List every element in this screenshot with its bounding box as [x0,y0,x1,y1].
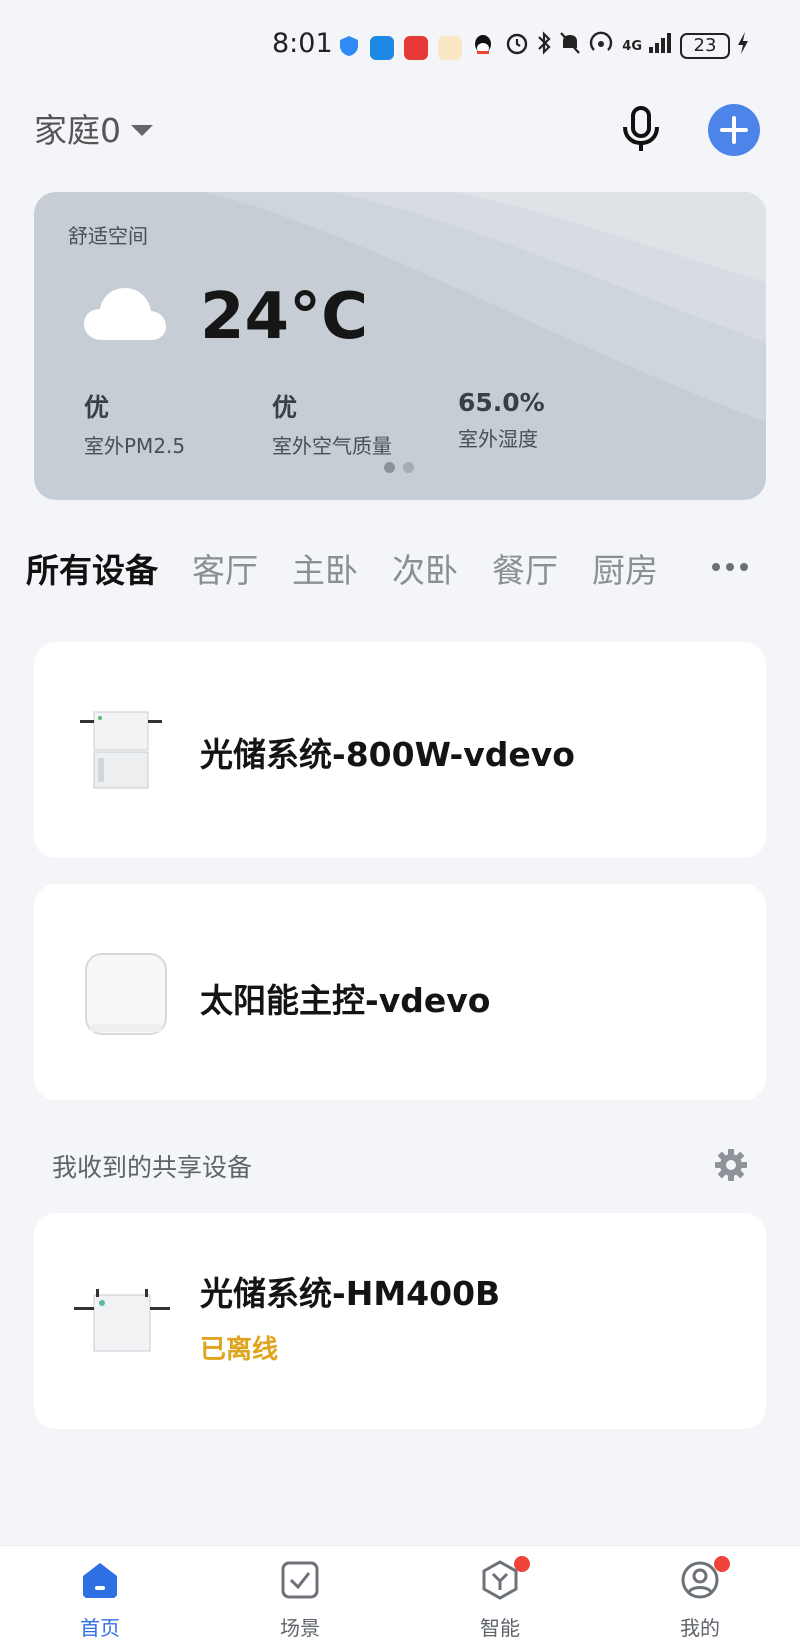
tab-dining-room[interactable]: 餐厅 [492,544,558,592]
nav-scene-label: 场景 [280,1616,320,1640]
mascot-app-icon [438,36,462,60]
energy-storage-device-icon [74,1289,170,1352]
mute-bell-icon [558,30,582,62]
caret-down-icon [131,124,153,136]
nav-home-label: 首页 [80,1616,120,1640]
energy-storage-device-icon [80,711,162,789]
device-card[interactable]: 光储系统-800W-vdevo [34,642,766,858]
space-label: 舒适空间 [68,224,148,248]
notification-icons [338,30,494,66]
battery-level: 23 [680,33,730,59]
gear-icon [715,1149,747,1181]
page-indicator [384,462,414,473]
device-offline-status: 已离线 [200,1335,279,1365]
hotspot-icon [588,30,616,62]
tab-all-devices[interactable]: 所有设备 [26,544,158,592]
device-name: 光储系统-800W-vdevo [200,735,575,774]
temperature: 24°C [200,280,369,354]
tab-master-bedroom[interactable]: 主卧 [292,544,358,592]
home-icon [83,1563,117,1598]
pm25-label: 室外PM2.5 [84,434,186,458]
more-tabs-button[interactable] [712,552,756,582]
microphone-icon [623,106,659,151]
qq-icon [472,33,494,63]
nav-profile-label: 我的 [680,1616,720,1640]
cloud-icon [84,288,166,340]
pm25-value: 优 [84,393,110,422]
nav-smart-label: 智能 [480,1616,520,1640]
charging-icon [736,30,750,62]
device-name: 光储系统-HM400B [200,1274,501,1313]
more-dot [712,563,720,571]
weather-card[interactable]: 舒适空间 24°C 优 室外PM2.5 优 室外空气质量 65.0% 室外湿度 [34,192,766,500]
shared-device-card[interactable]: 光储系统-HM400B 已离线 [34,1213,766,1429]
room-tabs: 所有设备 客厅 主卧 次卧 餐厅 厨房 [26,544,662,592]
nav-smart[interactable]: 智能 [450,1556,550,1641]
nav-scene[interactable]: 场景 [250,1560,350,1641]
network-label: 4G [622,38,642,54]
add-device-button[interactable] [708,104,760,156]
more-dot [726,563,734,571]
notification-badge [714,1556,730,1572]
humidity-value: 65.0% [458,388,545,417]
home-name: 家庭0 [34,111,121,150]
status-bar: 8:01 4G 23 [0,0,800,90]
tab-second-bedroom[interactable]: 次卧 [392,544,458,592]
air-quality-label: 室外空气质量 [272,434,392,458]
scene-icon [281,1561,319,1599]
device-card[interactable]: 太阳能主控-vdevo [34,884,766,1100]
tab-living-room[interactable]: 客厅 [192,544,258,592]
air-quality-value: 优 [272,393,298,422]
humidity-metric: 65.0% 室外湿度 [458,388,545,452]
bluetooth-icon [536,30,552,62]
voice-button[interactable] [618,105,664,155]
page-dot [384,462,395,473]
more-dot [740,563,748,571]
alarm-icon [504,30,530,62]
signal-icon [648,31,674,61]
shield-icon [338,34,360,62]
notification-badge [514,1556,530,1572]
home-selector[interactable]: 家庭0 [34,104,153,152]
humidity-label: 室外湿度 [458,427,538,451]
pm25-metric: 优 室外PM2.5 [84,388,185,459]
taobao-app-icon [404,36,428,60]
plus-icon [720,116,748,144]
nav-home[interactable]: 首页 [50,1560,150,1641]
shared-devices-title: 我收到的共享设备 [52,1153,253,1182]
tab-kitchen[interactable]: 厨房 [592,544,662,592]
page-dot [403,462,414,473]
message-app-icon [370,36,394,60]
shared-settings-button[interactable] [714,1148,748,1182]
nav-profile[interactable]: 我的 [650,1556,750,1641]
status-time: 8:01 [272,28,333,59]
system-icons: 4G 23 [504,28,750,64]
solar-controller-device-icon [85,953,167,1035]
air-quality-metric: 优 室外空气质量 [272,388,392,459]
device-name: 太阳能主控-vdevo [200,981,491,1020]
bottom-nav: 首页 场景 智能 我的 [0,1545,800,1650]
